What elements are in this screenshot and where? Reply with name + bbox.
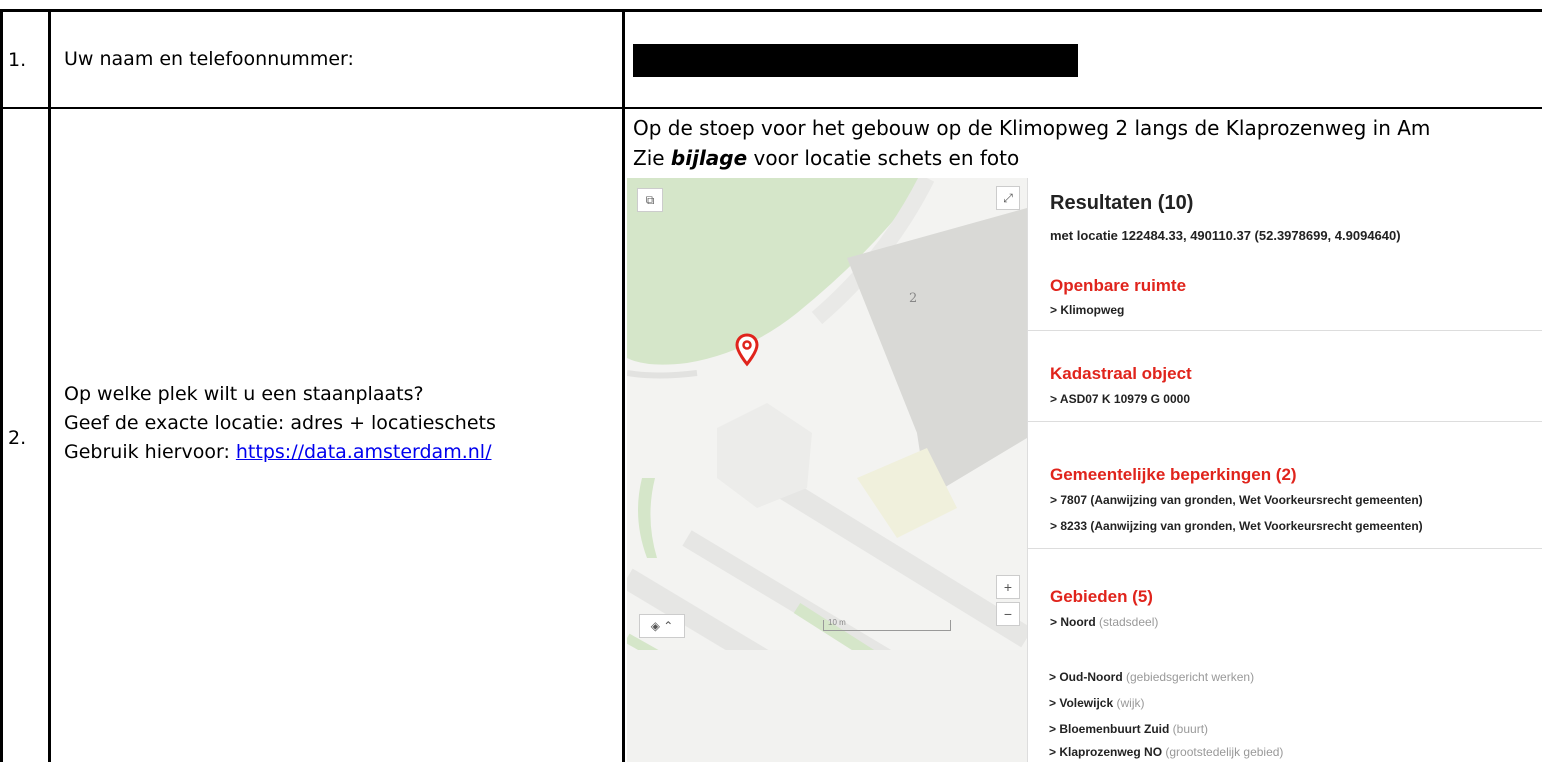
- toggle-panel-button[interactable]: ⧉: [637, 188, 663, 212]
- result-name: 7807 (Aanwijzing van gronden, Wet Voorke…: [1060, 493, 1423, 507]
- link-prefix: Gebruik hiervoor:: [64, 441, 236, 463]
- location-marker-icon: [735, 333, 759, 367]
- question-column-border: [622, 9, 625, 762]
- result-item[interactable]: > Bloemenbuurt Zuid (buurt): [1049, 722, 1208, 736]
- result-name: Noord: [1060, 615, 1096, 629]
- table-top-border: [0, 9, 1542, 12]
- result-name: Oud-Noord: [1059, 670, 1123, 684]
- table-left-border: [0, 9, 3, 762]
- result-note: (gebiedsgericht werken): [1122, 670, 1255, 684]
- question-line: Op welke plek wilt u een staanplaats?: [64, 383, 424, 405]
- section-divider: [1028, 330, 1542, 331]
- result-item[interactable]: > Oud-Noord (gebiedsgericht werken): [1049, 670, 1254, 684]
- result-name: Bloemenbuurt Zuid: [1059, 722, 1170, 736]
- scale-bar: 10 m: [823, 618, 951, 631]
- result-note: (grootstedelijk gebied): [1162, 745, 1284, 759]
- answer-suffix: voor locatie schets en foto: [747, 146, 1020, 170]
- result-item[interactable]: > Klaprozenweg NO (grootstedelijk gebied…: [1049, 745, 1283, 759]
- row-divider: [0, 107, 1542, 109]
- result-name: Klimopweg: [1060, 303, 1125, 317]
- scale-label: 10 m: [828, 618, 846, 627]
- result-note: (buurt): [1169, 722, 1209, 736]
- result-item[interactable]: > Noord (stadsdeel): [1050, 615, 1158, 629]
- section-title: Gemeentelijke beperkingen (2): [1050, 465, 1297, 484]
- result-item[interactable]: > ASD07 K 10979 G 0000: [1050, 392, 1190, 406]
- result-name: Volewijck: [1059, 696, 1114, 710]
- result-item[interactable]: > Volewijck (wijk): [1049, 696, 1144, 710]
- result-name: 8233 (Aanwijzing van gronden, Wet Voorke…: [1060, 519, 1423, 533]
- fullscreen-button[interactable]: ⤢: [996, 186, 1020, 210]
- section-divider: [1028, 421, 1542, 422]
- section-title: Gebieden (5): [1050, 587, 1153, 606]
- row-1-number: 1.: [8, 49, 27, 71]
- result-note: (stadsdeel): [1095, 615, 1159, 629]
- result-item[interactable]: > 7807 (Aanwijzing van gronden, Wet Voor…: [1050, 493, 1423, 507]
- expand-icon: ⤢: [1003, 191, 1013, 205]
- result-item[interactable]: > 8233 (Aanwijzing van gronden, Wet Voor…: [1050, 519, 1423, 533]
- layers-icon: ◈ ⌃: [650, 619, 674, 633]
- map-canvas: [627, 178, 1027, 708]
- building-number-label: 2: [909, 291, 918, 306]
- result-name: Klaprozenweg NO: [1059, 745, 1163, 759]
- panel-toggle-icon: ⧉: [645, 193, 655, 207]
- redacted-answer: [633, 44, 1078, 77]
- map-view: 2 ⧉ ⤢ + − ◈ ⌃ 10 m: [627, 178, 1027, 762]
- section-title: Openbare ruimte: [1050, 276, 1187, 295]
- row-1-question: Uw naam en telefoonnummer:: [64, 48, 354, 70]
- result-item[interactable]: > Klimopweg: [1050, 303, 1124, 317]
- row-2-question: Op welke plek wilt u een staanplaats? Ge…: [64, 380, 496, 467]
- results-location: met locatie 122484.33, 490110.37 (52.397…: [1050, 228, 1401, 243]
- section-divider: [1028, 548, 1542, 549]
- row-2-number: 2.: [8, 427, 27, 449]
- zoom-out-button[interactable]: −: [996, 602, 1020, 626]
- results-title: Resultaten (10): [1050, 192, 1194, 214]
- answer-line-1: Op de stoep voor het gebouw op de Klimop…: [633, 116, 1431, 140]
- bijlage-text: bijlage: [670, 146, 748, 170]
- section-title: Kadastraal object: [1050, 364, 1192, 383]
- result-note: (wijk): [1113, 696, 1145, 710]
- zoom-in-button[interactable]: +: [996, 575, 1020, 599]
- question-link-line: Gebruik hiervoor: https://data.amsterdam…: [64, 438, 496, 467]
- answer-line-2: Zie bijlage voor locatie schets en foto: [633, 143, 1430, 173]
- number-column-border: [48, 9, 51, 762]
- question-line: Geef de exacte locatie: adres + locaties…: [64, 412, 496, 434]
- answer-prefix: Zie: [633, 146, 671, 170]
- answer-text: Op de stoep voor het gebouw op de Klimop…: [633, 113, 1430, 173]
- result-name: ASD07 K 10979 G 0000: [1059, 392, 1190, 406]
- data-amsterdam-link[interactable]: https://data.amsterdam.nl/: [236, 441, 492, 463]
- layers-button[interactable]: ◈ ⌃: [639, 614, 685, 638]
